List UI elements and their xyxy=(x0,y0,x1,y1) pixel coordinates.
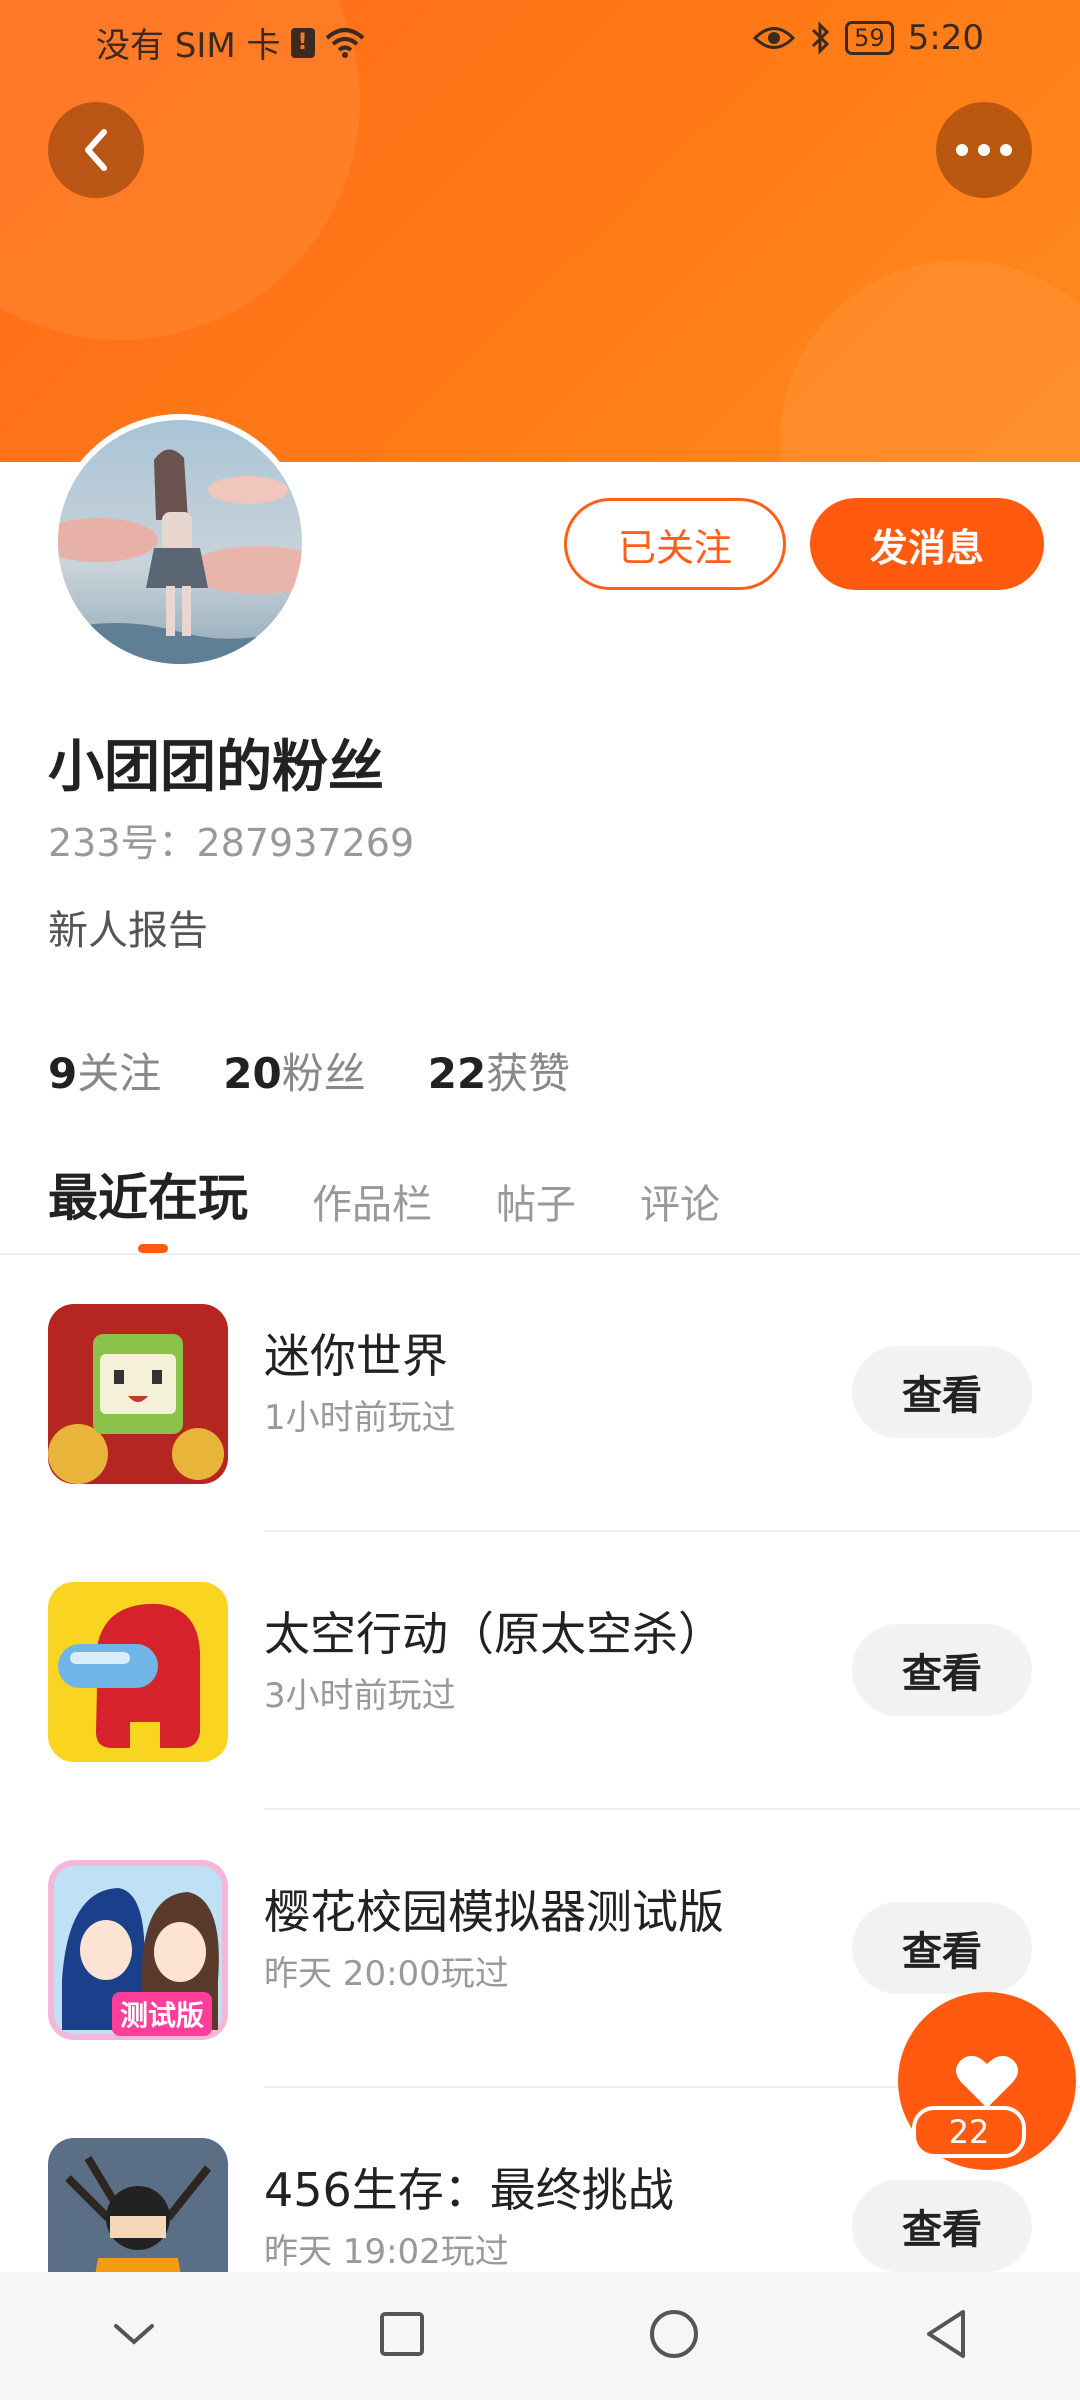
wifi-icon xyxy=(325,27,364,58)
nav-recents-button[interactable] xyxy=(379,2311,425,2361)
user-id: 233号：287937269 xyxy=(48,821,415,865)
heart-icon xyxy=(956,2055,1018,2108)
square-icon xyxy=(379,2312,424,2356)
stats-row: 9关注 20粉丝 22获赞 xyxy=(48,1040,570,1101)
stat-number: 20 xyxy=(223,1049,282,1098)
view-button[interactable]: 查看 xyxy=(852,2180,1032,2272)
tab-comments[interactable]: 评论 xyxy=(640,1172,720,1230)
stat-number: 22 xyxy=(427,1049,487,1098)
stat-label: 粉丝 xyxy=(281,1049,366,1098)
stat-number: 9 xyxy=(48,1049,78,1098)
game-name: 太空行动（原太空杀） xyxy=(264,1607,724,1661)
stat-label: 关注 xyxy=(77,1049,162,1098)
nav-home-button[interactable] xyxy=(648,2308,700,2364)
bluetooth-icon xyxy=(812,21,830,55)
chevron-down-icon xyxy=(113,2324,154,2345)
status-bar: 没有 SIM 卡 ! 59 5:20 xyxy=(0,0,1080,80)
followers-stat[interactable]: 20粉丝 xyxy=(223,1040,365,1101)
game-played-time: 1小时前玩过 xyxy=(264,1398,456,1438)
bio: 新人报告 xyxy=(48,908,208,954)
triangle-back-icon xyxy=(926,2310,965,2358)
more-dots-icon xyxy=(956,144,1012,156)
tab-posts[interactable]: 帖子 xyxy=(496,1172,576,1230)
game-played-time: 昨天 20:00玩过 xyxy=(264,1954,509,1994)
circle-icon xyxy=(649,2310,698,2358)
like-count-badge: 22 xyxy=(912,2106,1026,2158)
game-name: 456生存：最终挑战 xyxy=(264,2163,674,2217)
eye-icon xyxy=(753,27,796,49)
tab-bar: 最近在玩 作品栏 帖子 评论 xyxy=(48,1158,720,1230)
back-arrow-icon xyxy=(85,129,107,171)
send-message-button[interactable]: 发消息 xyxy=(810,498,1044,590)
clock-time: 5:20 xyxy=(907,18,984,58)
game-icon xyxy=(48,1304,228,1484)
game-played-time: 昨天 19:02玩过 xyxy=(264,2232,509,2272)
avatar-image xyxy=(58,420,302,664)
view-button[interactable]: 查看 xyxy=(852,1624,1032,1716)
sim-alert-icon: ! xyxy=(290,27,315,58)
avatar[interactable] xyxy=(52,414,308,670)
game-name: 迷你世界 xyxy=(264,1329,448,1383)
back-button[interactable] xyxy=(48,102,144,198)
following-stat[interactable]: 9关注 xyxy=(48,1040,161,1101)
followed-button[interactable]: 已关注 xyxy=(564,498,786,590)
game-icon: 测试版 xyxy=(48,1860,228,2040)
test-version-badge: 测试版 xyxy=(112,1992,213,2036)
carrier-text: 没有 SIM 卡 xyxy=(96,26,281,66)
list-item[interactable]: 太空行动（原太空杀） 3小时前玩过 查看 xyxy=(0,1532,1080,1810)
list-item[interactable]: 迷你世界 1小时前玩过 查看 xyxy=(0,1254,1080,1532)
tab-recently-played[interactable]: 最近在玩 xyxy=(48,1158,248,1230)
tab-works[interactable]: 作品栏 xyxy=(312,1172,432,1230)
view-button[interactable]: 查看 xyxy=(852,1346,1032,1438)
username: 小团团的粉丝 xyxy=(48,735,384,800)
view-button[interactable]: 查看 xyxy=(852,1902,1032,1994)
nav-back-button[interactable] xyxy=(923,2308,969,2364)
more-button[interactable] xyxy=(936,102,1032,198)
game-icon xyxy=(48,1582,228,1762)
game-played-time: 3小时前玩过 xyxy=(264,1676,456,1716)
stat-label: 获赞 xyxy=(486,1049,571,1098)
active-tab-indicator xyxy=(138,1244,168,1253)
battery-icon: 59 xyxy=(845,21,894,55)
system-nav-bar xyxy=(0,2272,1080,2400)
game-name: 樱花校园模拟器测试版 xyxy=(264,1885,724,1939)
likes-stat[interactable]: 22获赞 xyxy=(428,1040,570,1101)
nav-collapse-button[interactable] xyxy=(112,2320,156,2352)
